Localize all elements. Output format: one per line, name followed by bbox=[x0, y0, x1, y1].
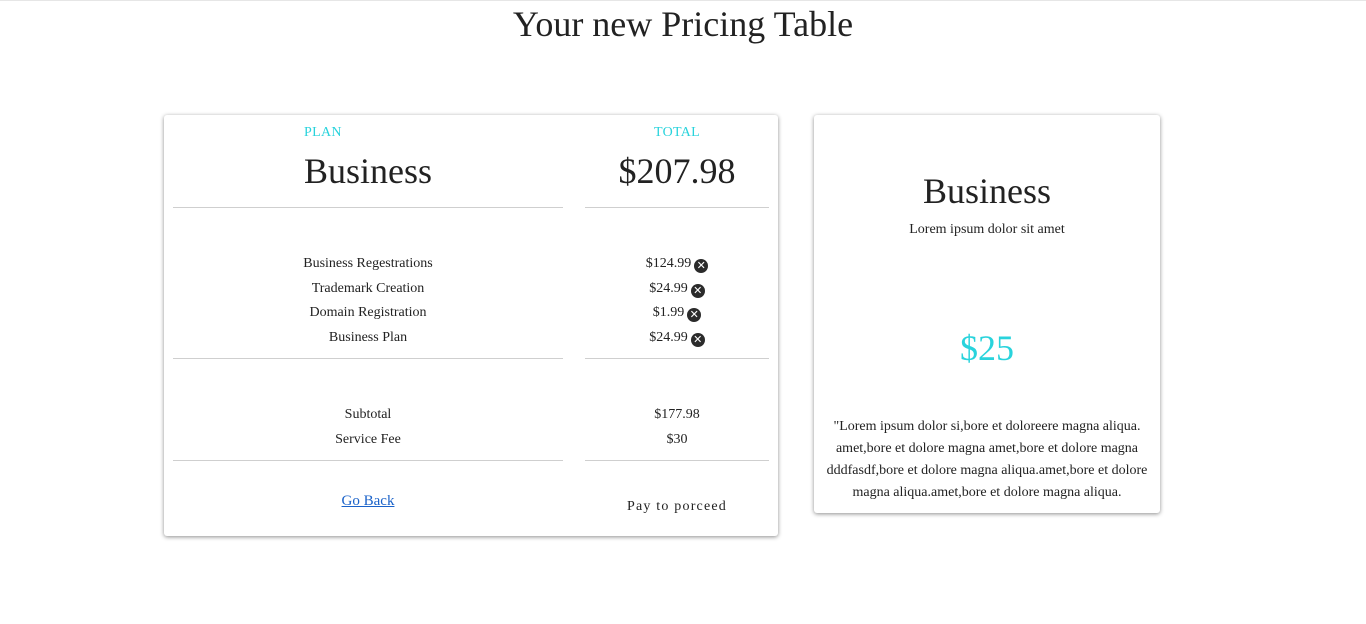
plan-card-subtitle: Lorem ipsum dolor sit amet bbox=[909, 222, 1065, 237]
totals-name-list: Subtotal Service Fee bbox=[173, 403, 563, 452]
service-fee-label: Service Fee bbox=[335, 431, 401, 447]
item-price-list: $124.99 ✕ $24.99 ✕ $1.99 ✕ $24.99 ✕ bbox=[585, 252, 769, 351]
item-name: Domain Registration bbox=[309, 305, 427, 321]
item-name: Business Regestrations bbox=[303, 256, 433, 271]
plan-label: PLAN bbox=[304, 125, 342, 140]
divider bbox=[173, 460, 563, 461]
plan-card-title: Business bbox=[922, 171, 1052, 211]
divider bbox=[585, 358, 769, 359]
item-price-row: $1.99 ✕ bbox=[585, 301, 769, 326]
close-circle-icon[interactable]: ✕ bbox=[690, 333, 705, 348]
subtotal-label: Subtotal bbox=[344, 407, 392, 422]
page-title: Your new Pricing Table bbox=[512, 4, 854, 44]
plan-card-price: $25 bbox=[960, 328, 1014, 368]
checkout-card: PLAN Business Business Regestrations Tra… bbox=[164, 115, 778, 536]
close-circle-icon[interactable]: ✕ bbox=[687, 308, 702, 323]
item-price: $24.99 bbox=[649, 330, 688, 346]
item-name-list: Business Regestrations Trademark Creatio… bbox=[173, 252, 563, 351]
close-circle-icon[interactable]: ✕ bbox=[690, 283, 705, 298]
item-price: $124.99 bbox=[645, 256, 692, 271]
go-back-link[interactable]: Go Back bbox=[173, 493, 563, 510]
total-label: TOTAL bbox=[653, 125, 700, 140]
plan-card: Business Lorem ipsum dolor sit amet $25 … bbox=[814, 115, 1160, 513]
total-value: $207.98 bbox=[618, 151, 736, 191]
divider bbox=[585, 460, 769, 461]
close-circle-icon[interactable]: ✕ bbox=[694, 259, 709, 273]
pay-button[interactable]: Pay to porceed bbox=[585, 499, 769, 515]
item-name: Business Plan bbox=[328, 330, 408, 346]
item-price: $1.99 bbox=[652, 305, 685, 321]
divider bbox=[173, 207, 563, 208]
divider bbox=[585, 207, 769, 208]
checkout-plan-column: PLAN Business Business Regestrations Tra… bbox=[173, 115, 563, 536]
subtotal-value: $177.98 bbox=[654, 407, 700, 422]
divider bbox=[173, 358, 563, 359]
item-price-row: $124.99 ✕ bbox=[585, 252, 769, 277]
item-price: $24.99 bbox=[649, 280, 688, 296]
plan-name: Business bbox=[303, 151, 433, 191]
item-name: Trademark Creation bbox=[311, 280, 425, 296]
service-fee-value: $30 bbox=[666, 431, 688, 447]
checkout-total-column: TOTAL $207.98 $124.99 ✕ $24.99 ✕ $1.99 ✕ $2… bbox=[585, 115, 769, 536]
item-price-row: $24.99 ✕ bbox=[585, 326, 769, 351]
totals-value-list: $177.98 $30 bbox=[585, 403, 769, 452]
plan-card-description: "Lorem ipsum dolor si,bore et doloreere … bbox=[826, 419, 1148, 500]
item-price-row: $24.99 ✕ bbox=[585, 277, 769, 302]
